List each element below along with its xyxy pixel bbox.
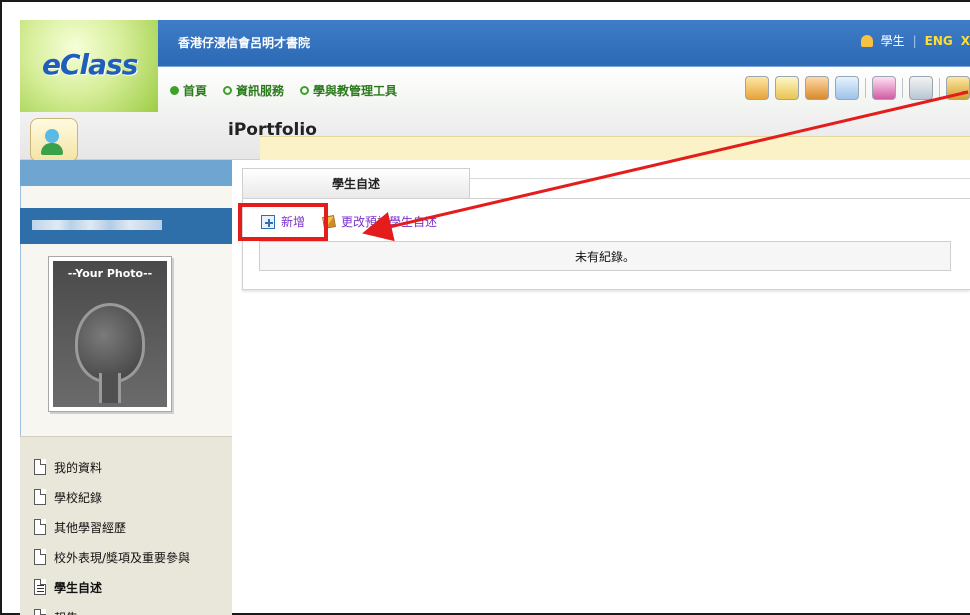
- user-name-strip: [20, 208, 232, 244]
- sidebar-item-school-records[interactable]: 學校紀錄: [20, 482, 232, 512]
- sidebar-item-label: 學生自述: [54, 580, 103, 595]
- calendar-icon[interactable]: [775, 76, 799, 100]
- sidebar-item-reports[interactable]: 報告: [20, 602, 232, 615]
- sidebar-item-label: 學校紀錄: [54, 490, 103, 505]
- nav-info-label: 資訊服務: [236, 84, 285, 98]
- sidebar-menu: 我的資料 學校紀錄 其他學習經歷 校外表現/獎項及重要參與 學生自述 報告: [20, 452, 232, 615]
- empty-state-row: 未有紀錄。: [574, 249, 635, 264]
- toolbar-separator: [939, 78, 940, 98]
- notes-icon[interactable]: [835, 76, 859, 100]
- header-toolbar: [745, 76, 970, 100]
- nav-teaching-tools[interactable]: 學與教管理工具: [300, 82, 397, 99]
- home-icon: [170, 86, 179, 95]
- sidebar-item-label: 我的資料: [54, 460, 103, 475]
- iportfolio-icon: [30, 118, 78, 162]
- user-role: 學生: [880, 34, 905, 48]
- document-icon: [34, 519, 46, 535]
- user-name-redacted: [32, 220, 162, 230]
- module-bar-accent: [260, 136, 970, 160]
- tab-divider-line: [470, 178, 970, 179]
- nav-information-services[interactable]: 資訊服務: [223, 82, 284, 99]
- logo-text: eClass: [42, 48, 138, 81]
- close-icon[interactable]: X: [961, 34, 970, 48]
- toolbar-separator: [902, 78, 903, 98]
- module-bar: iPortfolio: [20, 112, 970, 162]
- sidebar-item-label: 報告: [54, 609, 78, 615]
- nav-bullet-icon: [300, 86, 310, 95]
- content-panel: 新增 更改預設學生自述 未有紀錄。: [242, 198, 970, 290]
- top-header: eClass 香港仔浸信會呂明才書院 學生 | ENG X 首頁 資訊服務 學與…: [20, 20, 970, 112]
- person-head-icon: [45, 129, 59, 143]
- records-table: 未有紀錄。: [259, 241, 951, 271]
- avatar-neck: [99, 373, 121, 403]
- sidebar-item-self-account[interactable]: 學生自述: [20, 572, 232, 602]
- sidebar-item-external-performance[interactable]: 校外表現/獎項及重要參與: [20, 542, 232, 572]
- document-icon: [34, 489, 46, 505]
- main-nav: 首頁 資訊服務 學與教管理工具: [170, 82, 397, 99]
- school-name: 香港仔浸信會呂明才書院: [178, 36, 311, 50]
- toolbar-separator: [865, 78, 866, 98]
- sidebar-item-label: 其他學習經歷: [54, 520, 127, 535]
- module-title: iPortfolio: [228, 120, 317, 140]
- person-body-icon: [41, 143, 63, 155]
- language-toggle[interactable]: ENG: [925, 34, 953, 48]
- globe-icon[interactable]: [872, 76, 896, 100]
- eclass-logo[interactable]: eClass: [20, 20, 158, 112]
- change-default-label: 更改預設學生自述: [341, 215, 438, 229]
- download-icon[interactable]: [946, 76, 970, 100]
- sidebar: --Your Photo-- 我的資料 學校紀錄 其他學習經歷 校外表現/獎項及…: [20, 160, 232, 615]
- callout-highlight-box: [238, 203, 328, 241]
- user-icon: [860, 34, 873, 47]
- document-icon: [34, 459, 46, 475]
- nav-tools-label: 學與教管理工具: [313, 84, 398, 98]
- sidebar-item-label: 校外表現/獎項及重要參與: [54, 550, 191, 565]
- document-icon: [34, 609, 46, 615]
- top-right-controls: 學生 | ENG X: [860, 32, 970, 49]
- nav-home-label: 首頁: [183, 84, 208, 98]
- divider: |: [912, 33, 917, 48]
- tab-self-account[interactable]: 學生自述: [242, 168, 470, 198]
- change-default-self-account-link[interactable]: 更改預設學生自述: [322, 213, 438, 230]
- photo-placeholder-label: --Your Photo--: [67, 267, 153, 280]
- profile-photo-frame: --Your Photo--: [48, 256, 172, 412]
- new-badge-icon[interactable]: [805, 76, 829, 100]
- profile-photo: --Your Photo--: [53, 261, 167, 407]
- nav-bullet-icon: [223, 86, 233, 95]
- document-icon: [34, 549, 46, 565]
- sidebar-item-my-info[interactable]: 我的資料: [20, 452, 232, 482]
- document-lines-icon: [34, 579, 46, 595]
- pen-icon[interactable]: [909, 76, 933, 100]
- sidebar-item-other-learning[interactable]: 其他學習經歷: [20, 512, 232, 542]
- book-icon[interactable]: [745, 76, 769, 100]
- nav-home[interactable]: 首頁: [170, 82, 207, 99]
- avatar-placeholder-icon: [75, 303, 145, 383]
